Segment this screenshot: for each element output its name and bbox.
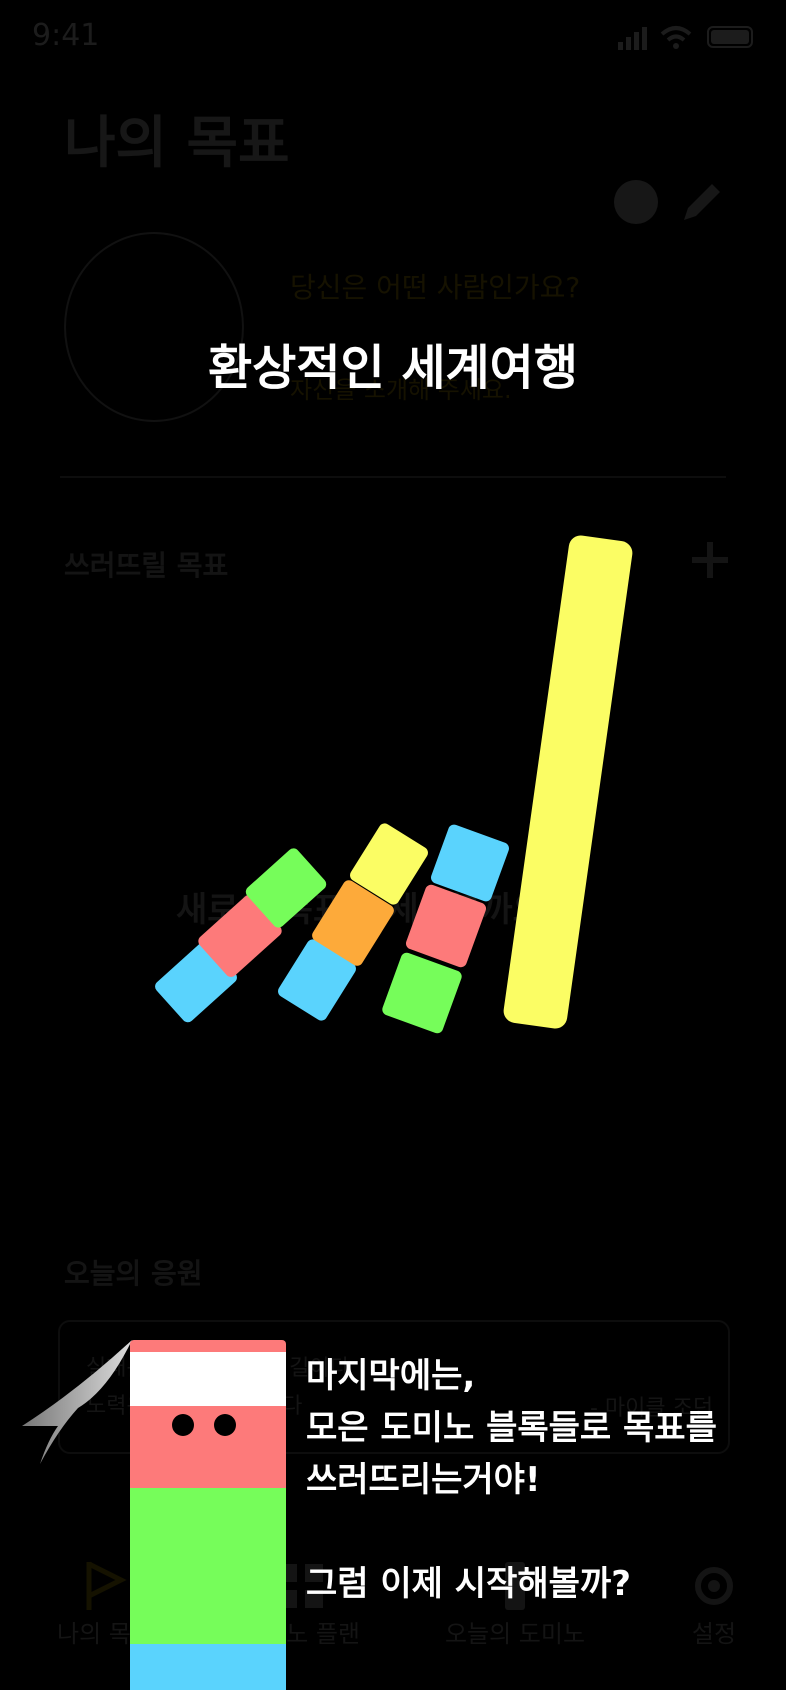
mascot-eye-right — [214, 1414, 236, 1436]
mascot-legs — [130, 1644, 286, 1690]
speech-pointer — [22, 1340, 132, 1464]
mascot-character — [130, 1340, 286, 1690]
tutorial-message: 마지막에는, 모은 도미노 블록들로 목표를 쓰러뜨리는거야! 그럼 이제 시작… — [306, 1356, 717, 1604]
mascot-body — [130, 1488, 286, 1646]
mascot-eye-left — [172, 1414, 194, 1436]
goal-domino — [502, 533, 634, 1031]
headband — [130, 1352, 286, 1406]
